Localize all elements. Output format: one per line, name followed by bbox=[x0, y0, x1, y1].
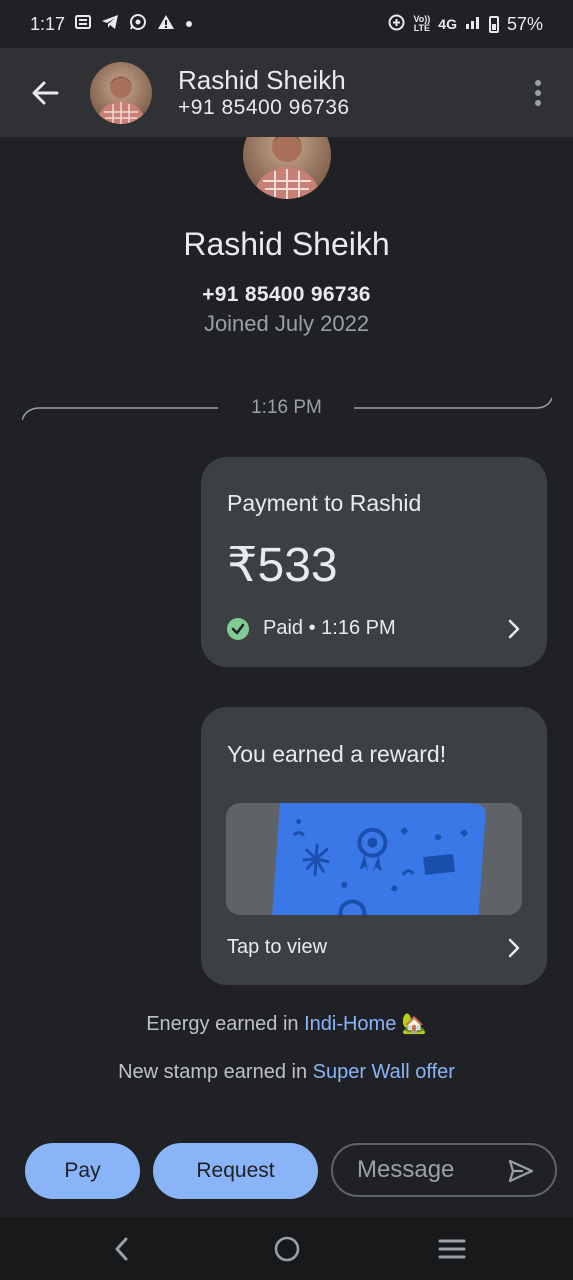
more-vert-icon-dot bbox=[535, 79, 541, 86]
payment-status: Paid • 1:16 PM bbox=[227, 617, 396, 640]
energy-note-link[interactable]: Indi-Home bbox=[304, 1013, 396, 1035]
stamp-note-link[interactable]: Super Wall offer bbox=[313, 1061, 455, 1083]
back-button[interactable] bbox=[0, 48, 90, 137]
nav-menu-button[interactable] bbox=[432, 1231, 472, 1267]
status-time: 1:17 bbox=[30, 13, 66, 34]
arrow-left-icon bbox=[32, 81, 59, 104]
app-header: Rashid Sheikh +91 85400 96736 bbox=[0, 48, 573, 137]
header-phone: +91 85400 96736 bbox=[178, 95, 350, 119]
message-field[interactable] bbox=[331, 1143, 557, 1197]
payment-card[interactable]: Payment to Rashid ₹533 Paid • 1:16 PM bbox=[201, 457, 547, 667]
reward-card[interactable]: You earned a reward! Tap to view bbox=[201, 707, 547, 985]
network-type: 4G bbox=[438, 16, 457, 32]
warning-icon bbox=[157, 14, 175, 34]
telegram-icon bbox=[101, 14, 119, 34]
chevron-right-icon bbox=[508, 938, 520, 958]
status-bar-right: Vo)) LTE 4G 57% bbox=[388, 14, 543, 35]
status-bar-left: 1:17 bbox=[30, 13, 193, 35]
house-emoji-icon: 🏡 bbox=[401, 1013, 427, 1035]
volte-bottom-label: LTE bbox=[413, 23, 431, 33]
battery-percent: 57% bbox=[506, 13, 543, 34]
battery-icon bbox=[488, 15, 499, 33]
data-saver-icon bbox=[388, 14, 405, 35]
notification-dot-icon bbox=[185, 16, 193, 32]
send-icon[interactable] bbox=[507, 1157, 535, 1185]
more-options-button[interactable] bbox=[503, 48, 573, 137]
stamp-note: New stamp earned in Super Wall offer bbox=[0, 1061, 573, 1084]
nav-menu-icon bbox=[438, 1239, 466, 1259]
reward-title: You earned a reward! bbox=[227, 741, 447, 767]
profile-phone: +91 85400 96736 bbox=[202, 283, 371, 306]
request-button[interactable]: Request bbox=[153, 1143, 318, 1199]
more-vert-icon-dot bbox=[535, 99, 541, 106]
payment-amount: ₹533 bbox=[227, 539, 338, 592]
check-circle-icon bbox=[227, 617, 249, 640]
pay-button[interactable]: Pay bbox=[25, 1143, 140, 1199]
energy-note-prefix: Energy earned in bbox=[146, 1013, 305, 1035]
signal-icon bbox=[465, 14, 481, 34]
profile-name: Rashid Sheikh bbox=[183, 226, 390, 262]
more-vert-icon-dot bbox=[535, 89, 541, 96]
chevron-right-icon bbox=[508, 619, 520, 639]
reward-tap-label: Tap to view bbox=[227, 936, 328, 958]
reward-card-illustration bbox=[271, 803, 486, 915]
system-nav-bar bbox=[0, 1217, 573, 1280]
message-input[interactable] bbox=[357, 1156, 485, 1184]
news-icon bbox=[75, 14, 92, 34]
profile-joined: Joined July 2022 bbox=[203, 311, 370, 336]
energy-note: Energy earned in Indi-Home 🏡 bbox=[0, 1011, 573, 1036]
whatsapp-icon bbox=[129, 13, 147, 35]
payment-status-text: Paid • 1:16 PM bbox=[263, 617, 396, 639]
header-name: Rashid Sheikh bbox=[178, 64, 346, 95]
nav-back-button[interactable] bbox=[102, 1231, 142, 1267]
nav-back-icon bbox=[115, 1237, 128, 1261]
time-divider-label: 1:16 PM bbox=[251, 397, 322, 418]
header-contact[interactable]: Rashid Sheikh +91 85400 96736 bbox=[178, 65, 350, 121]
nav-home-button[interactable] bbox=[267, 1231, 307, 1267]
header-avatar[interactable] bbox=[90, 61, 152, 124]
stamp-note-prefix: New stamp earned in bbox=[118, 1061, 313, 1083]
payment-title: Payment to Rashid bbox=[227, 490, 422, 516]
reward-scratch-card[interactable] bbox=[226, 803, 522, 915]
volte-icon: Vo)) LTE bbox=[413, 15, 430, 33]
nav-home-icon bbox=[274, 1236, 300, 1262]
status-bar: 1:17 Vo)) LTE 4G 57% bbox=[0, 0, 573, 48]
